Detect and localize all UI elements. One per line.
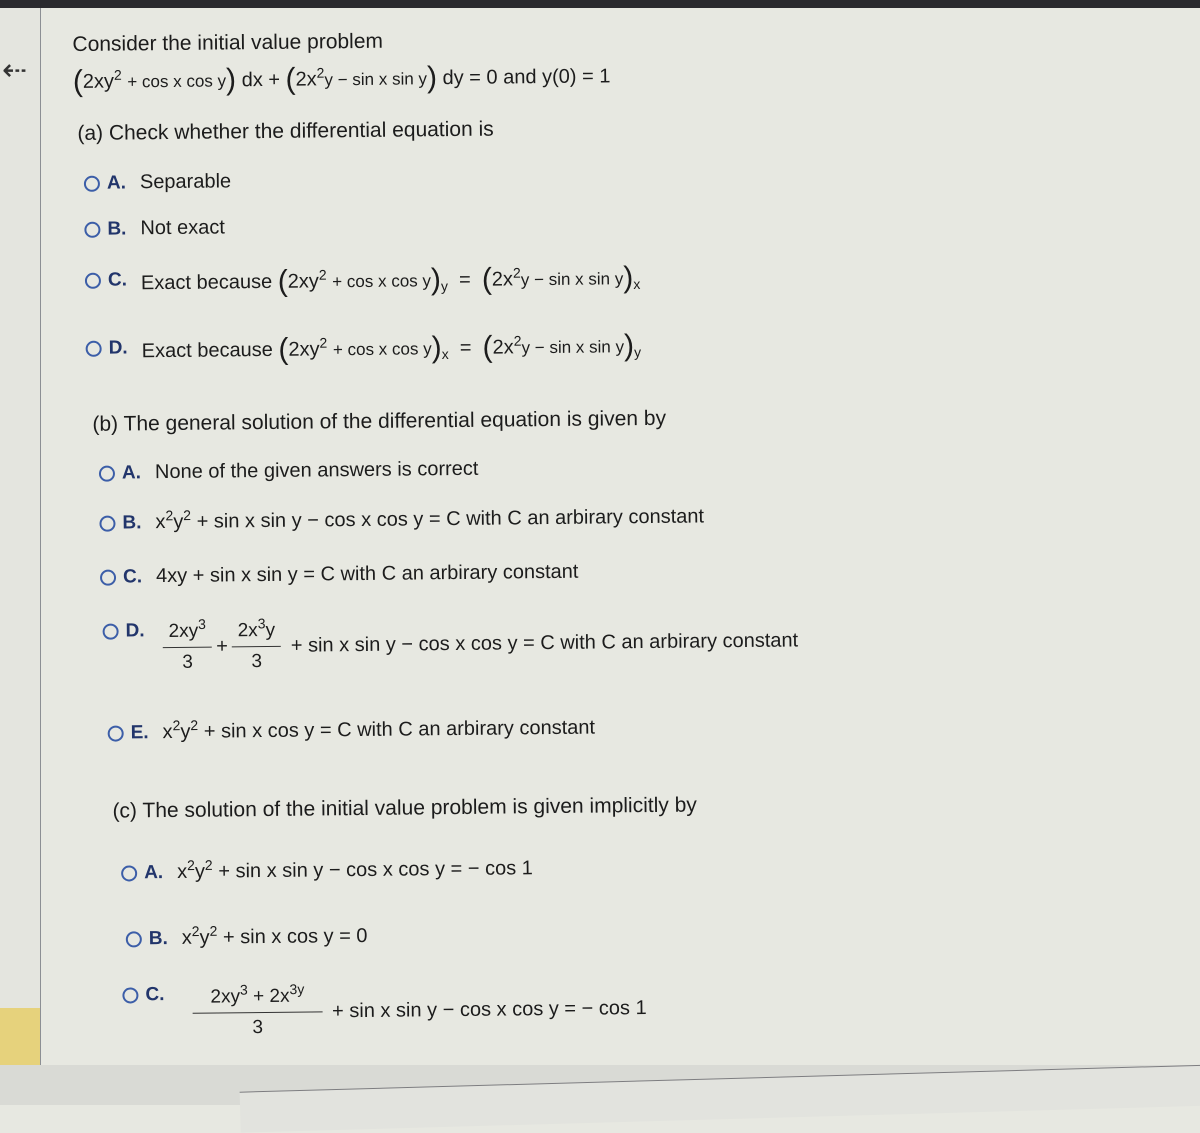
- part-a-option-a[interactable]: A. Separable: [83, 170, 231, 195]
- radio-button[interactable]: [121, 864, 138, 882]
- part-b-option-a[interactable]: A. None of the given answers is correct: [98, 458, 479, 485]
- part-a-prompt: (a) Check whether the differential equat…: [77, 117, 494, 145]
- part-b-option-d[interactable]: D. 2xy3 3 + 2x3y 3 + sin x sin y − cos x…: [102, 610, 798, 678]
- fraction: 2xy3 3: [162, 616, 213, 679]
- radio-button[interactable]: [107, 724, 124, 742]
- left-sidebar: ⇠: [0, 8, 41, 1105]
- part-a-option-c[interactable]: C. Exact because (2xy2 + cos x cos y)y =…: [84, 258, 641, 298]
- part-b-option-e[interactable]: E. x2y2 + sin x cos y = C with C an arbi…: [107, 717, 596, 745]
- radio-button[interactable]: [84, 221, 101, 238]
- problem-equation: (2xy2 + cos x cos y) dx + (2x2y − sin x …: [72, 61, 611, 98]
- part-b-option-c[interactable]: C. 4xy + sin x sin y = C with C an arbir…: [99, 561, 579, 589]
- part-c-prompt: (c) The solution of the initial value pr…: [112, 793, 697, 823]
- fraction: 2x3y 3: [231, 615, 282, 678]
- radio-button[interactable]: [99, 569, 117, 586]
- part-b-prompt: (b) The general solution of the differen…: [92, 406, 667, 436]
- sidebar-highlight: [0, 1008, 40, 1068]
- radio-button[interactable]: [84, 272, 102, 289]
- radio-button[interactable]: [122, 987, 139, 1004]
- fraction: 2xy3 + 2x3y 3: [192, 981, 323, 1043]
- part-a-option-d[interactable]: D. Exact because (2xy2 + cos x cos y)x =…: [85, 326, 641, 366]
- problem-intro: Consider the initial value problem: [72, 29, 384, 56]
- part-c-option-a[interactable]: A. x2y2 + sin x sin y − cos x cos y = − …: [121, 857, 533, 884]
- back-arrow-icon[interactable]: ⇠: [2, 56, 27, 86]
- part-a-option-b[interactable]: B. Not exact: [84, 216, 225, 240]
- part-c-option-b[interactable]: B. x2y2 + sin x cos y = 0: [125, 923, 368, 951]
- part-b-option-b[interactable]: B. x2y2 + sin x sin y − cos x cos y = C …: [99, 505, 704, 534]
- radio-button[interactable]: [98, 465, 116, 482]
- part-c-option-c[interactable]: C. 2xy3 + 2x3y 3 + sin x sin y − cos x c…: [122, 978, 647, 1044]
- radio-button[interactable]: [125, 930, 142, 947]
- radio-button[interactable]: [99, 515, 116, 532]
- radio-button[interactable]: [85, 340, 102, 357]
- radio-button[interactable]: [102, 623, 119, 640]
- radio-button[interactable]: [83, 175, 101, 192]
- question-content: Consider the initial value problem (2xy2…: [72, 0, 1193, 1060]
